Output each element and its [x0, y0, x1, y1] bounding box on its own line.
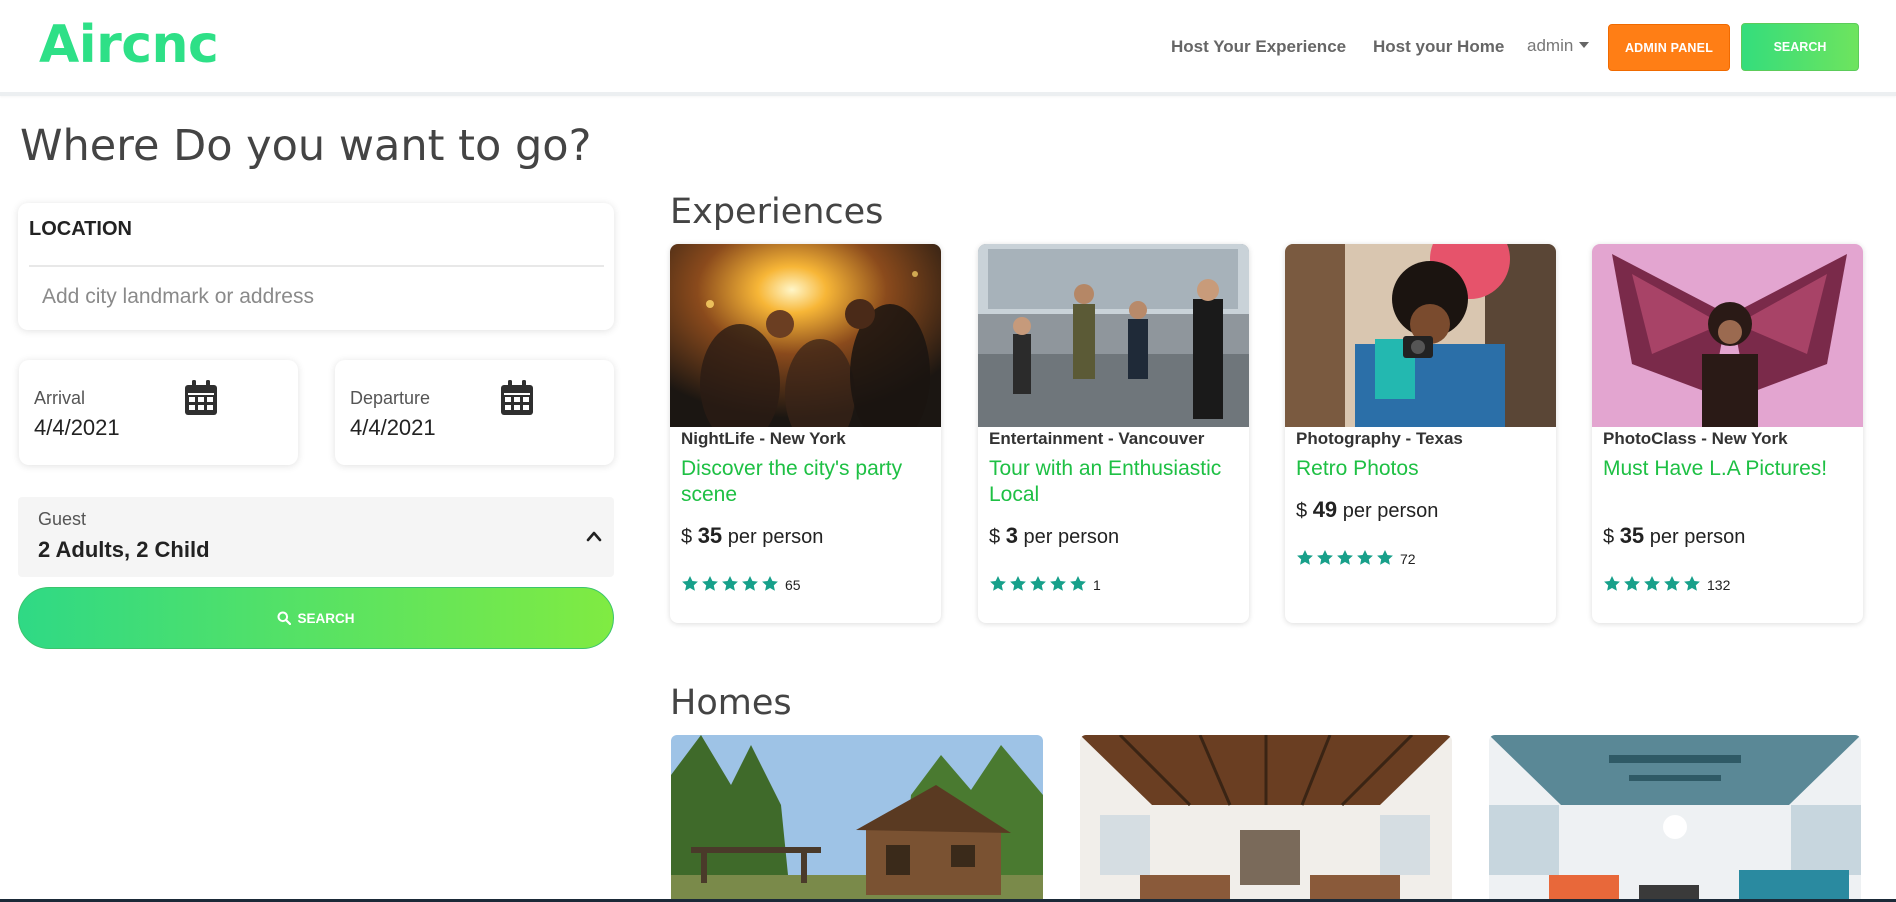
app-root: Aircnc Host Your Experience Host your Ho… — [0, 0, 1896, 902]
user-name: admin — [1527, 36, 1574, 55]
arrival-card[interactable]: Arrival 4/4/2021 — [19, 360, 298, 465]
experience-title[interactable]: Discover the city's party scene — [681, 456, 931, 508]
experience-card[interactable]: Entertainment - Vancouver Tour with an E… — [978, 244, 1249, 623]
price-amount: 49 — [1312, 497, 1338, 522]
experience-title[interactable]: Must Have L.A Pictures! — [1603, 456, 1853, 482]
review-count: 65 — [785, 577, 801, 593]
experience-rating: 72 — [1296, 549, 1416, 569]
home-image — [1489, 735, 1861, 902]
home-card[interactable] — [1080, 735, 1452, 902]
experience-category: NightLife - New York — [681, 429, 846, 448]
home-image — [1080, 735, 1452, 902]
experience-price: $ 49 per person — [1296, 496, 1438, 525]
price-unit: per person — [1342, 500, 1439, 522]
nav-host-home[interactable]: Host your Home — [1373, 37, 1504, 57]
experience-card[interactable]: PhotoClass - New York Must Have L.A Pict… — [1592, 244, 1863, 623]
admin-panel-button[interactable]: ADMIN PANEL — [1608, 24, 1730, 71]
experience-image — [670, 244, 941, 427]
experience-price: $ 3 per person — [989, 522, 1119, 551]
review-count: 72 — [1400, 551, 1416, 567]
experience-price: $ 35 per person — [681, 522, 823, 551]
price-currency: $ — [989, 526, 1001, 548]
experience-rating: 65 — [681, 575, 801, 595]
location-card: LOCATION — [18, 203, 614, 330]
location-input[interactable] — [42, 279, 602, 315]
chevron-up-icon[interactable] — [586, 529, 602, 543]
search-button[interactable]: SEARCH — [18, 587, 614, 649]
experience-image — [1285, 244, 1556, 427]
home-card[interactable] — [1489, 735, 1861, 902]
experience-category: Entertainment - Vancouver — [989, 429, 1205, 448]
price-unit: per person — [727, 526, 824, 548]
brand-logo[interactable]: Aircnc — [39, 14, 219, 76]
home-image — [671, 735, 1043, 902]
arrival-label: Arrival — [34, 388, 86, 408]
home-card[interactable] — [671, 735, 1043, 902]
experiences-title: Experiences — [670, 192, 884, 232]
price-amount: 35 — [1619, 523, 1645, 548]
review-count: 1 — [1093, 577, 1101, 593]
experience-category: PhotoClass - New York — [1603, 429, 1788, 448]
caret-down-icon — [1579, 42, 1590, 48]
homes-title: Homes — [670, 683, 792, 723]
location-divider — [29, 265, 604, 267]
departure-label: Departure — [350, 388, 431, 408]
experience-image — [978, 244, 1249, 427]
departure-value: 4/4/2021 — [350, 415, 436, 440]
price-amount: 35 — [697, 523, 723, 548]
departure-card[interactable]: Departure 4/4/2021 — [335, 360, 614, 465]
experience-card[interactable]: Photography - Texas Retro Photos $ 49 pe… — [1285, 244, 1556, 623]
calendar-icon[interactable] — [500, 380, 534, 416]
user-dropdown[interactable]: admin — [1527, 36, 1590, 56]
star-rating-icon — [682, 576, 778, 591]
price-amount: 3 — [1005, 523, 1018, 548]
guest-value: 2 Adults, 2 Child — [38, 537, 210, 562]
navbar: Aircnc Host Your Experience Host your Ho… — [0, 0, 1896, 96]
price-currency: $ — [681, 526, 693, 548]
experience-image — [1592, 244, 1863, 427]
star-rating-icon — [1297, 550, 1393, 565]
price-currency: $ — [1603, 526, 1615, 548]
review-count: 132 — [1707, 577, 1731, 593]
price-unit: per person — [1649, 526, 1746, 548]
page-title: Where Do you want to go? — [20, 121, 592, 171]
experience-price: $ 35 per person — [1603, 522, 1745, 551]
experience-card[interactable]: NightLife - New York Discover the city's… — [670, 244, 941, 623]
location-label: LOCATION — [29, 218, 132, 240]
nav-host-experience[interactable]: Host Your Experience — [1171, 37, 1346, 57]
experience-rating: 1 — [989, 575, 1101, 595]
experience-title[interactable]: Tour with an Enthusiastic Local — [989, 456, 1239, 508]
price-unit: per person — [1023, 526, 1120, 548]
arrival-value: 4/4/2021 — [34, 415, 120, 440]
experience-rating: 132 — [1603, 575, 1730, 595]
calendar-icon[interactable] — [184, 380, 218, 416]
search-button-label: SEARCH — [297, 610, 355, 626]
price-currency: $ — [1296, 500, 1308, 522]
guest-label: Guest — [38, 509, 87, 529]
search-icon — [277, 611, 292, 625]
experience-title[interactable]: Retro Photos — [1296, 456, 1546, 482]
guest-selector[interactable]: Guest 2 Adults, 2 Child — [18, 497, 614, 577]
star-rating-icon — [1604, 576, 1700, 591]
star-rating-icon — [990, 576, 1086, 591]
header-search-button[interactable]: SEARCH — [1741, 23, 1859, 71]
experience-category: Photography - Texas — [1296, 429, 1463, 448]
